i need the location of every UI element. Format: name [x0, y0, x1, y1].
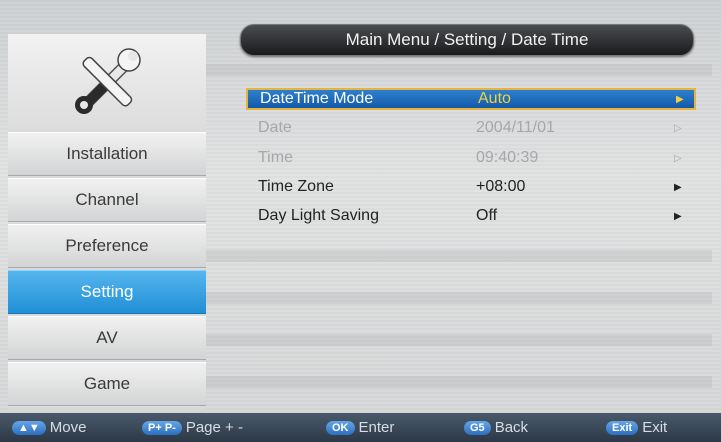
hint-move: ▲▼ Move — [12, 419, 86, 436]
ok-key-icon: OK — [326, 420, 355, 435]
key-hint-bar: ▲▼ Move P+ P- Page + - OK Enter G5 Back … — [0, 413, 721, 442]
breadcrumb: Main Menu / Setting / Date Time — [240, 24, 694, 56]
hint-label: Back — [494, 419, 529, 436]
hint-label: Move — [49, 419, 87, 436]
settings-panel: DateTime Mode Auto ▶ Date 2004/11/01 ▷ T… — [206, 60, 712, 409]
setting-label: DateTime Mode — [260, 90, 374, 107]
setting-row-time[interactable]: Time 09:40:39 ▷ — [246, 147, 696, 169]
logo — [8, 34, 206, 130]
sidebar-item-label: Installation — [66, 144, 148, 163]
row-stripe — [206, 334, 712, 346]
sidebar-item-label: Channel — [75, 190, 139, 209]
setting-label: Time — [258, 149, 293, 166]
exit-key-icon: Exit — [606, 420, 639, 435]
row-stripe — [206, 64, 712, 76]
setting-label: Day Light Saving — [258, 207, 379, 224]
setting-value: 09:40:39 — [476, 149, 539, 166]
sidebar-item-label: Game — [83, 374, 131, 393]
row-stripe — [206, 376, 712, 388]
sidebar: Installation Channel Preference Setting … — [8, 34, 206, 409]
setting-row-day-light-saving[interactable]: Day Light Saving Off ▶ — [246, 205, 696, 227]
setting-value: Auto — [478, 90, 511, 107]
hint-back: G5 Back — [464, 419, 528, 436]
setting-label: Time Zone — [258, 178, 334, 195]
page-key-icon: P+ P- — [142, 420, 182, 435]
setting-label: Date — [258, 119, 292, 136]
sidebar-item-channel[interactable]: Channel — [8, 178, 206, 222]
sidebar-item-installation[interactable]: Installation — [8, 132, 206, 176]
hint-exit: Exit Exit — [606, 419, 667, 436]
chevron-right-icon: ▷ — [674, 152, 682, 164]
setting-value: 2004/11/01 — [476, 119, 555, 136]
tv-menu-screen: Main Menu / Setting / Date Time Installa… — [0, 0, 721, 442]
setting-value: +08:00 — [476, 178, 526, 195]
hint-label: Exit — [642, 419, 668, 436]
sidebar-item-av[interactable]: AV — [8, 316, 206, 360]
breadcrumb-text: Main Menu / Setting / Date Time — [345, 30, 589, 49]
chevron-right-icon: ▶ — [674, 181, 682, 193]
sidebar-item-game[interactable]: Game — [8, 362, 206, 406]
setting-value: Off — [476, 207, 498, 224]
hint-enter: OK Enter — [326, 419, 394, 436]
hint-label: Page + - — [185, 419, 243, 436]
hint-page: P+ P- Page + - — [142, 419, 243, 436]
chevron-right-icon: ▶ — [676, 93, 684, 105]
setting-row-date[interactable]: Date 2004/11/01 ▷ — [246, 117, 696, 139]
sidebar-item-label: AV — [96, 328, 118, 347]
setting-row-datetime-mode[interactable]: DateTime Mode Auto ▶ — [246, 88, 696, 110]
row-stripe — [206, 292, 712, 304]
sidebar-item-setting[interactable]: Setting — [8, 270, 206, 314]
sidebar-item-preference[interactable]: Preference — [8, 224, 206, 268]
back-key-icon: G5 — [464, 420, 491, 435]
sidebar-item-label: Setting — [80, 282, 134, 301]
tools-icon — [75, 48, 141, 114]
sidebar-item-label: Preference — [65, 236, 149, 255]
chevron-right-icon: ▷ — [674, 122, 682, 134]
setting-row-time-zone[interactable]: Time Zone +08:00 ▶ — [246, 176, 696, 198]
chevron-right-icon: ▶ — [674, 210, 682, 222]
hint-label: Enter — [358, 419, 395, 436]
row-stripe — [206, 250, 712, 262]
up-down-key-icon: ▲▼ — [12, 420, 46, 435]
